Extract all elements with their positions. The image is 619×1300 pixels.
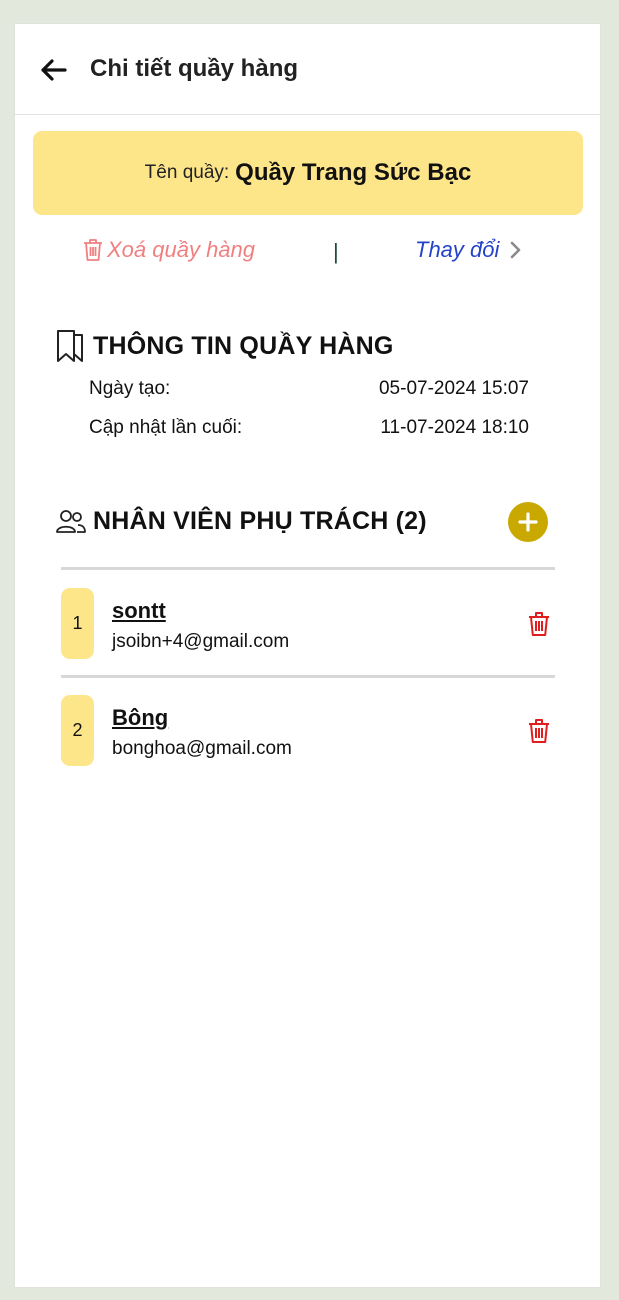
bookmark-icon — [57, 330, 83, 362]
remove-staff-button[interactable] — [525, 608, 553, 640]
staff-name-link[interactable]: sontt — [112, 598, 166, 624]
delete-counter-link[interactable]: Xoá quầy hàng — [83, 234, 255, 266]
users-icon — [56, 509, 86, 533]
staff-index-badge: 2 — [61, 695, 94, 766]
created-row: Ngày tạo: 05-07-2024 15:07 — [89, 378, 529, 400]
delete-counter-label: Xoá quầy hàng — [107, 237, 256, 262]
plus-icon — [518, 512, 538, 532]
trash-icon — [84, 239, 102, 261]
updated-row: Cập nhật lần cuối: 11-07-2024 18:10 — [89, 417, 529, 439]
staff-index-badge: 1 — [61, 588, 94, 659]
trash-icon — [529, 612, 549, 636]
trash-icon — [529, 719, 549, 743]
counter-name-banner: Tên quầy: Quầy Trang Sức Bạc — [33, 131, 583, 215]
created-value: 05-07-2024 15:07 — [378, 378, 529, 399]
top-bar: Chi tiết quầy hàng — [15, 24, 600, 115]
change-counter-label: Thay đổi — [415, 237, 500, 262]
info-section-header: THÔNG TIN QUẦY HÀNG — [55, 329, 394, 363]
staff-email: bonghoa@gmail.com — [112, 738, 292, 759]
arrow-left-icon — [41, 59, 67, 81]
change-counter-link[interactable]: Thay đổi — [415, 234, 521, 266]
action-separator: | — [333, 239, 339, 264]
detail-card: Chi tiết quầy hàng Tên quầy: Quầy Trang … — [15, 24, 600, 1287]
staff-section-header: NHÂN VIÊN PHỤ TRÁCH (2) — [55, 507, 427, 536]
updated-value: 11-07-2024 18:10 — [380, 417, 529, 438]
staff-divider — [61, 567, 555, 570]
back-button[interactable] — [37, 54, 69, 86]
counter-name-label: Tên quầy: — [144, 162, 230, 183]
remove-staff-button[interactable] — [525, 715, 553, 747]
add-staff-button[interactable] — [508, 502, 548, 542]
staff-divider — [61, 675, 555, 678]
staff-row: 2 Bông bonghoa@gmail.com — [61, 695, 555, 767]
counter-name-value: Quầy Trang Sức Bạc — [235, 159, 472, 186]
staff-section-title: NHÂN VIÊN PHỤ TRÁCH (2) — [93, 507, 427, 535]
staff-row: 1 sontt jsoibn+4@gmail.com — [61, 588, 555, 660]
staff-name-link[interactable]: Bông — [112, 705, 168, 731]
updated-label: Cập nhật lần cuối: — [89, 417, 243, 438]
info-section-title: THÔNG TIN QUẦY HÀNG — [93, 331, 394, 360]
chevron-right-icon — [511, 241, 521, 259]
created-label: Ngày tạo: — [89, 378, 171, 399]
staff-email: jsoibn+4@gmail.com — [112, 631, 290, 652]
page-title: Chi tiết quầy hàng — [90, 55, 299, 82]
